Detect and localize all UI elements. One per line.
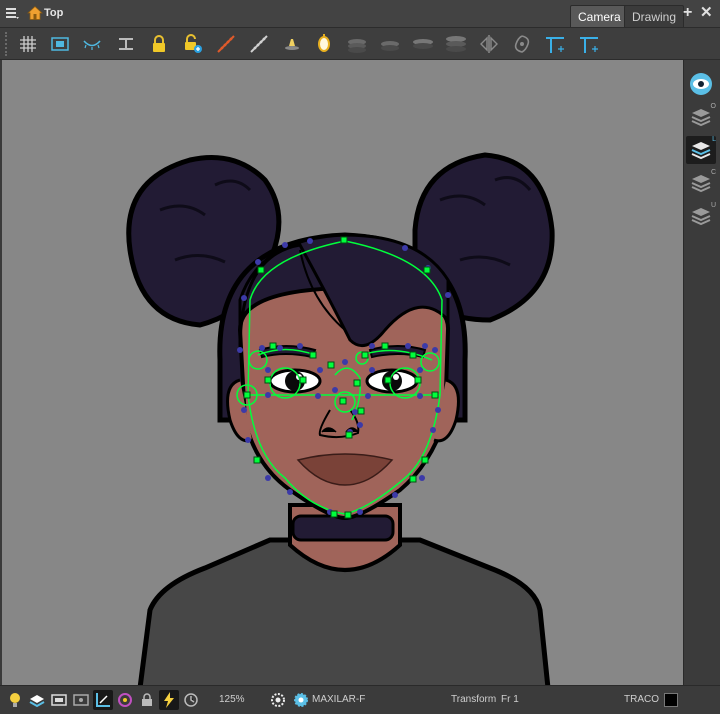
- lock-icon[interactable]: [147, 32, 171, 56]
- flip-horizontal-icon[interactable]: [477, 32, 501, 56]
- eye-icon[interactable]: [686, 70, 716, 98]
- layers-line-icon[interactable]: L: [686, 136, 716, 164]
- camera-mask-icon[interactable]: [49, 690, 69, 710]
- rig-visible-icon[interactable]: [93, 690, 113, 710]
- element-name: MAXILAR-F: [312, 694, 366, 705]
- layer-display-sidebar: O L C U: [683, 60, 720, 685]
- layer-stack-1-icon[interactable]: [345, 32, 369, 56]
- onion-skin-toggle-icon[interactable]: [115, 690, 135, 710]
- safe-area-icon[interactable]: [48, 32, 72, 56]
- current-color-swatch[interactable]: [664, 693, 678, 707]
- rotate-icon[interactable]: [510, 32, 534, 56]
- lightbulb-icon[interactable]: [5, 690, 25, 710]
- element-gear-icon[interactable]: [268, 690, 288, 710]
- layers-color-icon[interactable]: C: [686, 169, 716, 197]
- grid-icon[interactable]: [16, 32, 40, 56]
- layers-underlay-icon[interactable]: U: [686, 202, 716, 230]
- onion-skin-icon[interactable]: [80, 32, 104, 56]
- anchor-right-icon[interactable]: [577, 32, 601, 56]
- add-view-button[interactable]: +: [683, 5, 692, 21]
- home-icon[interactable]: [26, 5, 44, 21]
- onion-skin-previous-icon[interactable]: [214, 32, 238, 56]
- preview-icon[interactable]: [71, 690, 91, 710]
- hamburger-menu-icon[interactable]: [5, 6, 19, 20]
- layer-toggle-icon[interactable]: [27, 690, 47, 710]
- layer-mode: TRACO: [624, 694, 659, 705]
- frame-indicator: Fr 1: [501, 694, 519, 705]
- underlay-tag: U: [710, 202, 716, 209]
- close-view-button[interactable]: ✕: [700, 5, 713, 20]
- camera-view-toolbar: [0, 28, 720, 60]
- line-tag: L: [712, 136, 716, 143]
- light-icon[interactable]: [280, 32, 304, 56]
- view-title: Top: [44, 7, 64, 19]
- camera-view-canvas[interactable]: [2, 60, 683, 685]
- color-tag: C: [710, 169, 716, 176]
- anchor-left-icon[interactable]: [543, 32, 567, 56]
- overlay-tag: O: [710, 103, 716, 110]
- status-bar: 125% MAXILAR-F Transform Fr 1 TRACO: [0, 685, 720, 714]
- reset-view-icon[interactable]: [181, 690, 201, 710]
- current-tool: Transform: [451, 694, 497, 705]
- unlock-all-icon[interactable]: [180, 32, 204, 56]
- lock-toggle-icon[interactable]: [137, 690, 157, 710]
- tab-camera[interactable]: Camera: [570, 5, 629, 27]
- quick-render-icon[interactable]: [159, 690, 179, 710]
- drawing-gear-icon[interactable]: [291, 690, 311, 710]
- light-table-icon[interactable]: [114, 32, 138, 56]
- toolbar-grip[interactable]: [5, 32, 9, 56]
- zoom-level[interactable]: 125%: [219, 694, 245, 705]
- character-drawing[interactable]: [2, 60, 683, 685]
- layer-stack-4-icon[interactable]: [444, 32, 468, 56]
- onion-skin-next-icon[interactable]: [247, 32, 271, 56]
- layer-stack-2-icon[interactable]: [378, 32, 402, 56]
- layers-overlay-icon[interactable]: O: [686, 103, 716, 131]
- tab-drawing[interactable]: Drawing: [624, 5, 685, 27]
- mirror-icon[interactable]: [312, 32, 336, 56]
- view-title-bar: Top Camera Drawing + ✕: [0, 0, 720, 28]
- layer-stack-3-icon[interactable]: [411, 32, 435, 56]
